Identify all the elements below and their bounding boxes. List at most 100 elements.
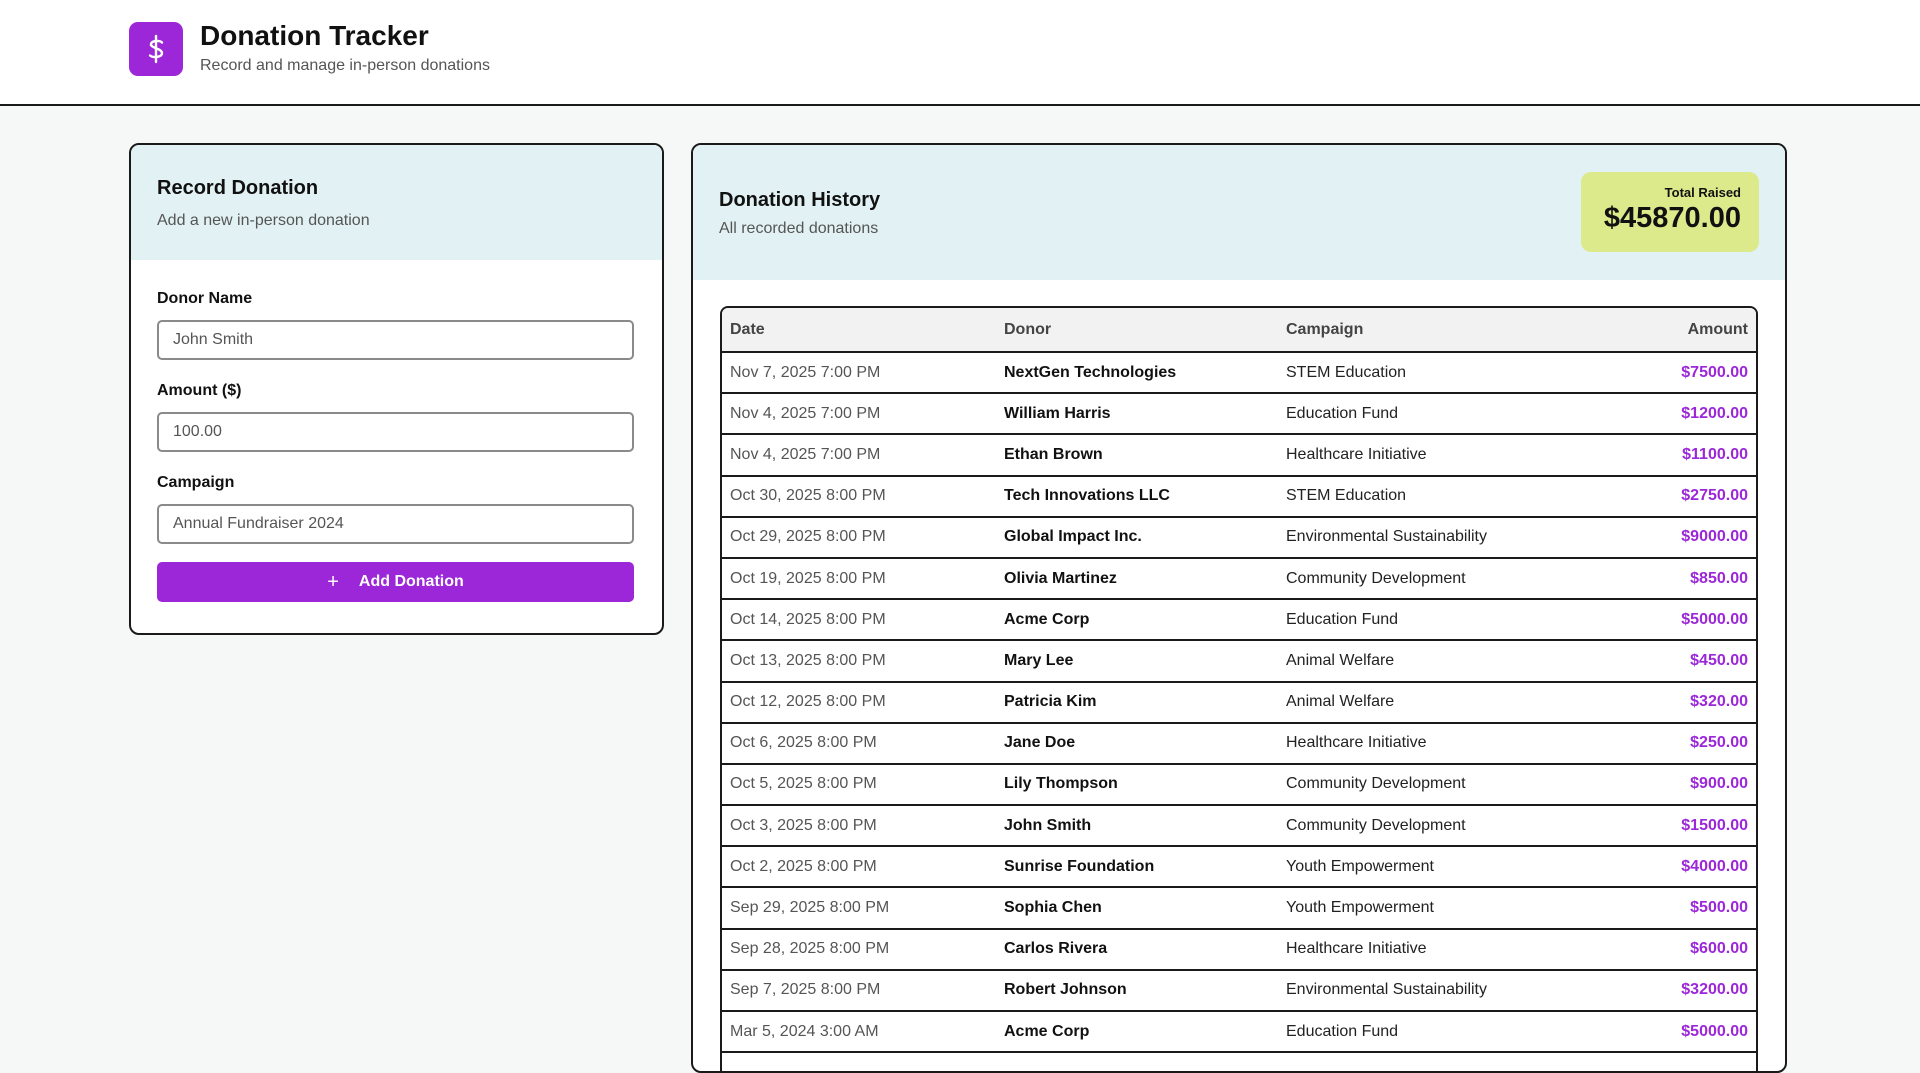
total-raised-badge: Total Raised $45870.00 — [1581, 172, 1759, 252]
cell-donor: Sophia Chen — [996, 887, 1278, 930]
column-header-amount[interactable]: Amount — [1598, 308, 1756, 353]
cell-date: Oct 29, 2025 8:00 PM — [722, 516, 996, 559]
record-donation-title: Record Donation — [157, 177, 319, 199]
amount-label: Amount ($) — [157, 382, 242, 399]
table-row: Oct 30, 2025 8:00 PM Tech Innovations LLC… — [722, 475, 1756, 518]
table-row: Sep 29, 2025 8:00 PM Sophia Chen Youth Emp… — [722, 887, 1756, 930]
cell-amount: $5000.00 — [1598, 599, 1756, 642]
table-row: Nov 4, 2025 7:00 PM William Harris Educati… — [722, 393, 1756, 436]
total-raised-label: Total Raised — [1664, 185, 1741, 200]
cell-amount: $450.00 — [1598, 640, 1756, 683]
table-header-row: Date Donor Campaign Amount — [722, 308, 1756, 353]
cell-amount: $5000.00 — [1598, 1011, 1756, 1054]
donor-name-input[interactable] — [157, 320, 634, 360]
cell-amount: $1200.00 — [1598, 393, 1756, 436]
table-row: Oct 19, 2025 8:00 PM Olivia Martinez Commu… — [722, 557, 1756, 601]
cell-campaign: Environmental Sustainability — [1278, 516, 1598, 559]
column-header-campaign[interactable]: Campaign — [1278, 308, 1598, 353]
table-row: Mar 5, 2024 3:00 AM Acme Corp Education Fu… — [722, 1011, 1756, 1054]
donation-table-container[interactable]: Date Donor Campaign Amount Nov 7, 2025 7… — [720, 306, 1758, 1071]
table-row: Oct 3, 2025 8:00 PM John Smith Community D… — [722, 805, 1756, 848]
table-row: Oct 5, 2025 8:00 PM Lily Thompson Communit… — [722, 763, 1756, 807]
table-row: Nov 7, 2025 7:00 PM NextGen Technologies S… — [722, 352, 1756, 395]
total-raised-value: $45870.00 — [1603, 202, 1741, 234]
cell-date: Sep 7, 2025 8:00 PM — [722, 969, 996, 1013]
cell-campaign: Community Development — [1278, 763, 1598, 807]
dollar-icon — [148, 34, 164, 64]
app-title: Donation Tracker — [200, 20, 429, 51]
cell-campaign: Youth Empowerment — [1278, 887, 1598, 930]
donation-form: Donor Name Amount ($) Campaign + Add Don… — [131, 260, 662, 602]
cell-amount: $2750.00 — [1598, 475, 1756, 518]
add-donation-button[interactable]: + Add Donation — [157, 562, 634, 602]
cell-date: Oct 2, 2025 8:00 PM — [722, 846, 996, 889]
cell-date: Nov 7, 2025 7:00 PM — [722, 352, 996, 395]
table-row: Oct 14, 2025 8:00 PM Acme Corp Education F… — [722, 599, 1756, 642]
cell-campaign: Education Fund — [1278, 1011, 1598, 1054]
app-subtitle: Record and manage in-person donations — [200, 57, 490, 74]
cell-date: Sep 28, 2025 8:00 PM — [722, 928, 996, 971]
cell-amount: $320.00 — [1598, 681, 1756, 724]
cell-date: Oct 19, 2025 8:00 PM — [722, 557, 996, 601]
donation-history-header: Donation History All recorded donations … — [693, 145, 1785, 280]
cell-donor: Carlos Rivera — [996, 928, 1278, 971]
cell-date: Nov 4, 2025 7:00 PM — [722, 393, 996, 436]
cell-amount: $1500.00 — [1598, 805, 1756, 848]
table-row: Oct 2, 2025 8:00 PM Sunrise Foundation You… — [722, 846, 1756, 889]
cell-donor: Acme Corp — [996, 599, 1278, 642]
cell-date: Oct 3, 2025 8:00 PM — [722, 805, 996, 848]
cell-donor: Jane Doe — [996, 722, 1278, 765]
donor-name-label: Donor Name — [157, 290, 253, 307]
cell-campaign: Community Development — [1278, 557, 1598, 601]
cell-donor: Ethan Brown — [996, 434, 1278, 477]
cell-donor: Tech Innovations LLC — [996, 475, 1278, 518]
table-row: Oct 6, 2025 8:00 PM Jane Doe Healthcare In… — [722, 722, 1756, 765]
amount-input[interactable] — [157, 412, 634, 452]
app-logo — [129, 22, 183, 76]
cell-campaign: Education Fund — [1278, 393, 1598, 436]
record-donation-card: Record Donation Add a new in-person dona… — [129, 143, 664, 635]
cell-date: Nov 4, 2025 7:00 PM — [722, 434, 996, 477]
campaign-label: Campaign — [157, 474, 235, 491]
cell-donor: NextGen Technologies — [996, 352, 1278, 395]
record-donation-header: Record Donation Add a new in-person dona… — [131, 145, 662, 260]
table-row: Nov 4, 2025 7:00 PM Ethan Brown Healthcare… — [722, 434, 1756, 477]
cell-donor: Sunrise Foundation — [996, 846, 1278, 889]
cell-amount: $850.00 — [1598, 557, 1756, 601]
cell-amount: $9000.00 — [1598, 516, 1756, 559]
cell-donor: Patricia Kim — [996, 681, 1278, 724]
app-header: Donation Tracker Record and manage in-pe… — [0, 0, 1920, 106]
cell-date: Oct 6, 2025 8:00 PM — [722, 722, 996, 765]
cell-campaign: Community Development — [1278, 805, 1598, 848]
cell-campaign: Youth Empowerment — [1278, 846, 1598, 889]
donation-table: Date Donor Campaign Amount Nov 7, 2025 7… — [722, 308, 1756, 1054]
column-header-date[interactable]: Date — [722, 308, 996, 353]
cell-campaign: STEM Education — [1278, 475, 1598, 518]
cell-donor: John Smith — [996, 805, 1278, 848]
plus-icon: + — [327, 571, 339, 593]
cell-amount: $500.00 — [1598, 887, 1756, 930]
cell-campaign: STEM Education — [1278, 352, 1598, 395]
table-row: Oct 12, 2025 8:00 PM Patricia Kim Animal W… — [722, 681, 1756, 724]
cell-campaign: Education Fund — [1278, 599, 1598, 642]
column-header-donor[interactable]: Donor — [996, 308, 1278, 353]
cell-date: Oct 5, 2025 8:00 PM — [722, 763, 996, 807]
cell-donor: Lily Thompson — [996, 763, 1278, 807]
cell-date: Oct 12, 2025 8:00 PM — [722, 681, 996, 724]
table-row: Sep 7, 2025 8:00 PM Robert Johnson Environ… — [722, 969, 1756, 1013]
campaign-input[interactable] — [157, 504, 634, 544]
cell-amount: $250.00 — [1598, 722, 1756, 765]
cell-amount: $600.00 — [1598, 928, 1756, 971]
add-donation-label: Add Donation — [358, 573, 464, 590]
cell-campaign: Animal Welfare — [1278, 640, 1598, 683]
cell-date: Oct 30, 2025 8:00 PM — [722, 475, 996, 518]
cell-donor: Olivia Martinez — [996, 557, 1278, 601]
cell-amount: $3200.00 — [1598, 969, 1756, 1013]
cell-date: Mar 5, 2024 3:00 AM — [722, 1011, 996, 1054]
cell-amount: $4000.00 — [1598, 846, 1756, 889]
cell-donor: William Harris — [996, 393, 1278, 436]
cell-donor: Robert Johnson — [996, 969, 1278, 1013]
table-row: Oct 13, 2025 8:00 PM Mary Lee Animal Welfa… — [722, 640, 1756, 683]
table-row: Sep 28, 2025 8:00 PM Carlos Rivera Healthc… — [722, 928, 1756, 971]
record-donation-subtitle: Add a new in-person donation — [157, 212, 370, 229]
